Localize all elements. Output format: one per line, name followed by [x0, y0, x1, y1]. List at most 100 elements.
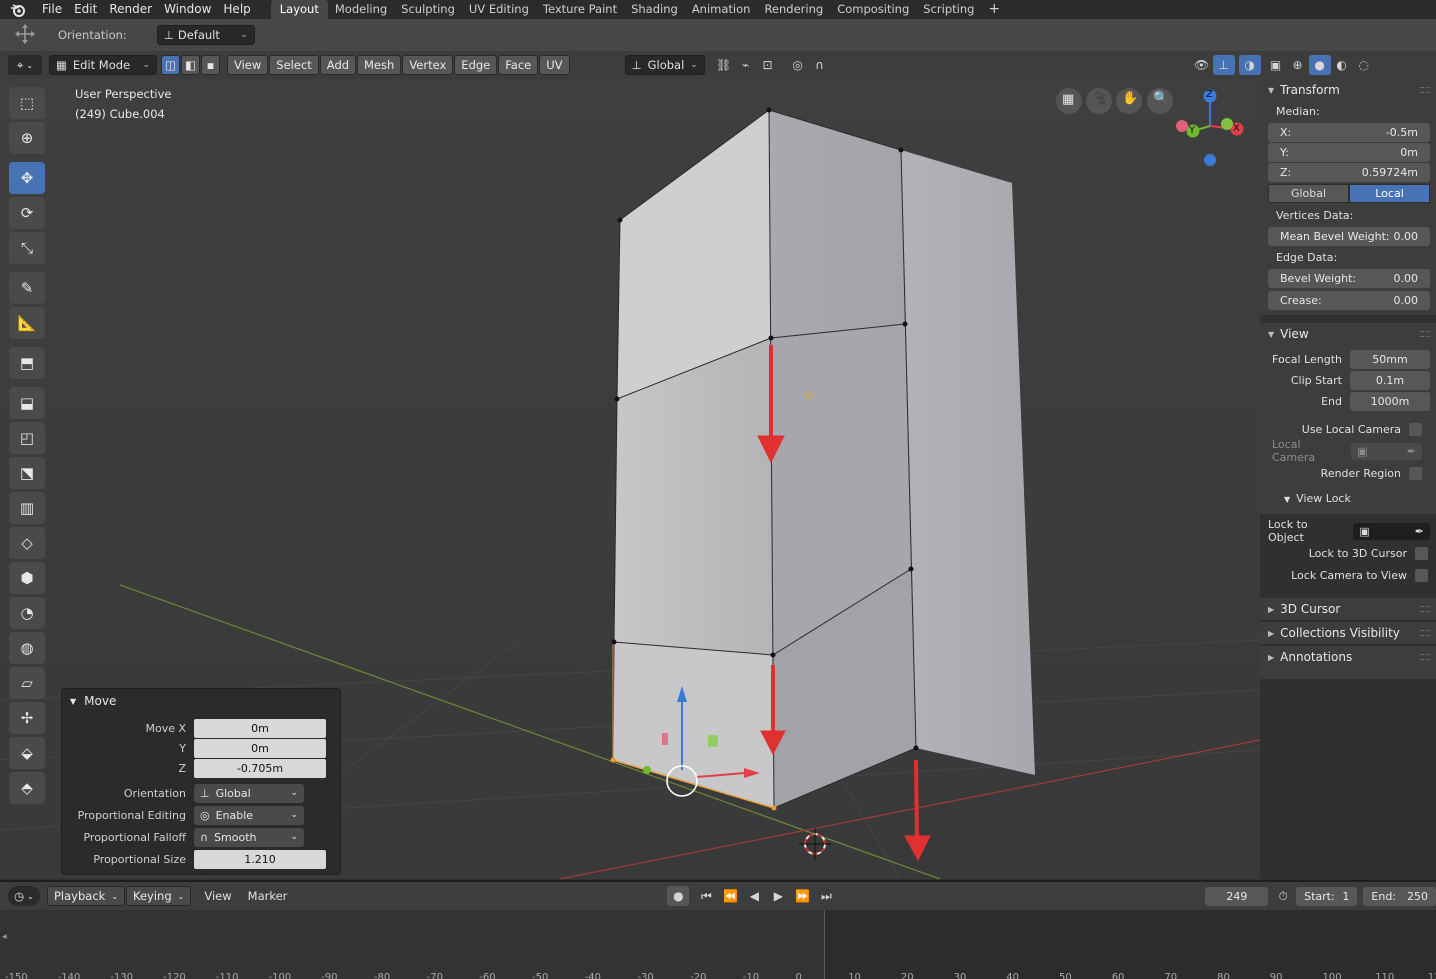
start-frame-field[interactable]: Start: 1: [1296, 886, 1358, 906]
menu-keying[interactable]: Keying ⌄: [126, 886, 192, 906]
tab-shading[interactable]: Shading: [624, 0, 685, 19]
render-region-checkbox[interactable]: [1409, 466, 1422, 480]
drag-grip-icon[interactable]: [1420, 606, 1430, 612]
cube-mesh[interactable]: [610, 107, 1036, 811]
menu-vertex[interactable]: Vertex: [402, 55, 454, 75]
measure-tool-icon[interactable]: 📐: [9, 307, 45, 339]
add-workspace-icon[interactable]: +: [981, 0, 1007, 19]
edge-select-icon[interactable]: ◧: [181, 55, 200, 75]
ortho-toggle-icon[interactable]: ▦: [1062, 92, 1074, 107]
lock-camera-checkbox[interactable]: [1415, 568, 1428, 582]
bevel-weight-field[interactable]: Bevel Weight: 0.00: [1268, 269, 1430, 288]
move-x-field[interactable]: 0m: [194, 719, 326, 738]
proportional-size-field[interactable]: 1.210: [194, 849, 326, 869]
median-z-field[interactable]: Z: 0.59724m: [1268, 163, 1430, 182]
add-cube-icon[interactable]: ⬒: [9, 347, 45, 379]
menu-mesh[interactable]: Mesh: [357, 55, 402, 75]
tab-sculpting[interactable]: Sculpting: [394, 0, 462, 19]
annotate-tool-icon[interactable]: ✎: [9, 272, 45, 304]
drag-grip-icon[interactable]: [1420, 331, 1430, 337]
tab-scripting[interactable]: Scripting: [916, 0, 981, 19]
spin-tool-icon[interactable]: ◔: [9, 597, 45, 629]
transform-orientation-dropdown[interactable]: ⊥ Global ⌄: [624, 55, 705, 75]
menu-uv[interactable]: UV: [539, 55, 570, 75]
proportional-edit-icon[interactable]: ◎: [787, 55, 809, 75]
menu-add[interactable]: Add: [319, 55, 357, 75]
tab-layout[interactable]: Layout: [270, 0, 328, 19]
use-local-camera-checkbox[interactable]: [1409, 422, 1422, 436]
pivot-point-icon[interactable]: ⛓: [713, 55, 735, 75]
collections-visibility-panel-header[interactable]: ▶ Collections Visibility: [1260, 622, 1436, 644]
menu-help[interactable]: Help: [217, 0, 256, 19]
eyedropper-icon[interactable]: ✒: [1407, 445, 1416, 458]
play-icon[interactable]: ▶: [767, 886, 789, 906]
next-keyframe-icon[interactable]: ⏩: [791, 886, 813, 906]
crease-field[interactable]: Crease: 0.00: [1268, 291, 1430, 310]
menu-edge[interactable]: Edge: [454, 55, 498, 75]
menu-window[interactable]: Window: [158, 0, 217, 19]
stopwatch-icon[interactable]: ⏱: [1274, 886, 1292, 906]
3d-cursor-panel-header[interactable]: ▶ 3D Cursor: [1260, 598, 1436, 620]
tab-rendering[interactable]: Rendering: [757, 0, 830, 19]
clip-end-field[interactable]: 1000m: [1350, 392, 1430, 411]
mean-bevel-field[interactable]: Mean Bevel Weight: 0.00: [1268, 227, 1430, 246]
tab-uv-editing[interactable]: UV Editing: [462, 0, 536, 19]
drag-grip-icon[interactable]: [1420, 630, 1430, 636]
menu-render[interactable]: Render: [103, 0, 158, 19]
edge-slide-icon[interactable]: ▱: [9, 667, 45, 699]
eyedropper-icon[interactable]: ✒: [1415, 525, 1424, 538]
timeline-editor-type-icon[interactable]: ◷ ⌄: [8, 886, 40, 906]
median-x-field[interactable]: X: -0.5m: [1268, 123, 1430, 142]
view-lock-header[interactable]: ▼ View Lock: [1268, 488, 1430, 510]
face-select-icon[interactable]: ▪: [201, 55, 220, 75]
focal-length-field[interactable]: 50mm: [1350, 350, 1430, 369]
clip-start-field[interactable]: 0.1m: [1350, 371, 1430, 390]
cursor-tool-icon[interactable]: ⊕: [9, 122, 45, 154]
collapse-arrow-icon[interactable]: ◂: [2, 932, 7, 942]
prev-keyframe-icon[interactable]: ⏪: [719, 886, 741, 906]
menu-playback[interactable]: Playback ⌄: [47, 886, 126, 906]
zoom-icon[interactable]: 🔍: [1153, 91, 1169, 106]
record-icon[interactable]: ●: [667, 886, 690, 906]
pan-hand-icon[interactable]: ✋: [1122, 91, 1138, 106]
local-toggle[interactable]: Local: [1349, 184, 1430, 203]
median-y-field[interactable]: Y: 0m: [1268, 143, 1430, 162]
rendered-shading-icon[interactable]: ◌: [1353, 55, 1375, 75]
rotate-tool-icon[interactable]: ⟳: [9, 197, 45, 229]
tab-texture-paint[interactable]: Texture Paint: [536, 0, 624, 19]
menu-edit[interactable]: Edit: [68, 0, 103, 19]
annotations-panel-header[interactable]: ▶ Annotations: [1260, 646, 1436, 668]
mode-dropdown[interactable]: ▦ Edit Mode ⌄: [49, 55, 157, 75]
material-shading-icon[interactable]: ◐: [1331, 55, 1353, 75]
scale-tool-icon[interactable]: ⤡: [9, 232, 45, 264]
menu-view[interactable]: View: [227, 55, 269, 75]
jump-end-icon[interactable]: ⏭: [815, 886, 837, 906]
current-frame-field[interactable]: 249: [1205, 886, 1269, 906]
shear-tool-icon[interactable]: ⬙: [9, 737, 45, 769]
transform-panel-header[interactable]: ▼ Transform: [1260, 79, 1436, 101]
extrude-tool-icon[interactable]: ⬓: [9, 387, 45, 419]
shrink-fatten-icon[interactable]: ✢: [9, 702, 45, 734]
move-tool-icon[interactable]: ✥: [9, 162, 45, 194]
solid-shading-icon[interactable]: ●: [1308, 55, 1331, 75]
menu-marker[interactable]: Marker: [248, 889, 288, 903]
menu-view[interactable]: View: [204, 889, 231, 903]
overlay-toggle-icon[interactable]: ◑: [1238, 55, 1261, 75]
proportional-editing-dropdown[interactable]: ◎ Enable ⌄: [194, 805, 304, 825]
visibility-icon[interactable]: 👁: [1191, 55, 1213, 75]
drag-grip-icon[interactable]: [1420, 654, 1430, 660]
knife-tool-icon[interactable]: ◇: [9, 527, 45, 559]
smooth-tool-icon[interactable]: ◍: [9, 632, 45, 664]
tab-compositing[interactable]: Compositing: [830, 0, 916, 19]
inset-tool-icon[interactable]: ◰: [9, 422, 45, 454]
xray-toggle-icon[interactable]: ▣: [1265, 55, 1287, 75]
tab-modeling[interactable]: Modeling: [328, 0, 394, 19]
lock-to-cursor-checkbox[interactable]: [1415, 546, 1428, 560]
move-y-field[interactable]: 0m: [194, 739, 326, 758]
vertex-select-icon[interactable]: ◫: [161, 55, 180, 75]
menu-face[interactable]: Face: [498, 55, 539, 75]
snap-toggle-icon[interactable]: ⌁: [735, 55, 757, 75]
timeline-area[interactable]: ◂ -150 -140 -130 -120 -110 -100 -90 -80 -70 -60 -5…: [0, 910, 1436, 979]
drag-grip-icon[interactable]: [1420, 87, 1430, 93]
gizmo-toggle-icon[interactable]: ⊥: [1212, 55, 1235, 75]
